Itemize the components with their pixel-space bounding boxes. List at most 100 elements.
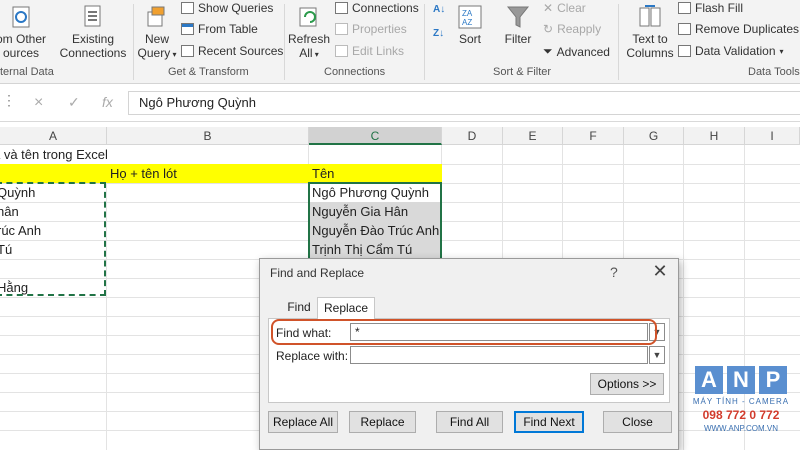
edit-links-label: Edit Links (352, 44, 405, 58)
column-header-b[interactable]: B (107, 127, 309, 145)
clear-button[interactable]: ✕ Clear (543, 1, 586, 15)
tab-find[interactable]: Find (275, 297, 323, 319)
from-table-label: From Table (198, 22, 258, 36)
logo-phone: 098 772 0 772 (702, 408, 780, 422)
new-query-label: New (144, 32, 169, 46)
logo-letter-a: A (695, 366, 723, 394)
cell-c2[interactable]: Tên (309, 164, 442, 183)
cell-b2[interactable]: Họ + tên lót (107, 164, 309, 183)
sort-az-icon: A↓ (433, 4, 446, 15)
sort-ascending-button[interactable]: A↓ (433, 4, 445, 15)
chevron-down-icon: ▼ (652, 350, 662, 360)
sort-descending-button[interactable]: Z↓ (433, 28, 444, 39)
clear-label: Clear (557, 1, 586, 15)
reapply-label: Reapply (557, 22, 602, 36)
text-to-columns-label2: Columns (626, 46, 674, 60)
enter-icon[interactable]: ✓ (68, 94, 80, 111)
column-header-a[interactable]: A (0, 127, 107, 145)
text-to-columns-label: Text to (632, 32, 668, 46)
from-other-sources-label: om Other (0, 32, 46, 46)
edit-links-icon (335, 45, 348, 57)
remove-duplicates-label: Remove Duplicates (695, 22, 800, 36)
recent-sources-icon (181, 45, 194, 57)
flash-fill-button[interactable]: Flash Fill (678, 1, 743, 15)
column-header-h[interactable]: H (684, 127, 745, 145)
replace-with-dropdown[interactable]: ▼ (649, 346, 665, 364)
cell-a2[interactable] (0, 164, 107, 183)
separator (133, 4, 134, 80)
refresh-all-label: Refresh (288, 32, 331, 46)
refresh-all-button[interactable]: Refresh All ▾ (288, 4, 330, 62)
advanced-label: Advanced (556, 44, 610, 59)
replace-all-button[interactable]: Replace All (268, 411, 338, 433)
logo-tagline: MÁY TÍNH - CAMERA (692, 397, 790, 406)
ribbon: om Other ources Existing Connections ter… (0, 0, 800, 84)
sort-label: Sort (458, 32, 481, 46)
replace-with-label: Replace with: (276, 349, 349, 363)
other-sources-icon (8, 4, 34, 30)
group-get-transform: Get & Transform (168, 66, 249, 78)
advanced-button[interactable]: ⏷ Advanced (543, 44, 610, 59)
existing-connections-button[interactable]: Existing Connections (56, 4, 130, 60)
connections-label: Connections (352, 1, 419, 15)
name-box-resize-handle[interactable]: ⋮ (0, 92, 18, 114)
filter-icon (505, 4, 531, 30)
from-other-sources-label2: ources (2, 46, 40, 60)
show-queries-icon (181, 2, 194, 14)
remove-duplicates-icon (678, 23, 691, 35)
flash-fill-icon (678, 2, 691, 14)
advanced-filter-icon: ⏷ (543, 44, 553, 58)
edit-links-button[interactable]: Edit Links (335, 44, 404, 58)
column-header-g[interactable]: G (624, 127, 684, 145)
sort-dialog-icon: ZA AZ (457, 4, 483, 30)
tab-replace[interactable]: Replace (317, 297, 375, 319)
logo-letter-n: N (727, 366, 755, 394)
cell-a1[interactable]: ả và tên trong Excel (0, 145, 210, 164)
properties-label: Properties (352, 22, 407, 36)
from-table-button[interactable]: From Table (181, 22, 258, 36)
connections-icon (335, 2, 348, 14)
options-button[interactable]: Options >> (590, 373, 664, 395)
dialog-title: Find and Replace (270, 266, 365, 280)
column-header-i[interactable]: I (745, 127, 800, 145)
reapply-button[interactable]: ↻ Reapply (543, 22, 601, 36)
anp-logo: A N P MÁY TÍNH - CAMERA 098 772 0 772 WW… (690, 366, 792, 438)
replace-with-input[interactable] (350, 346, 648, 364)
close-button[interactable]: Close (603, 411, 672, 433)
text-to-columns-button[interactable]: Text to Columns (624, 4, 676, 60)
new-query-label2: Query (137, 46, 171, 60)
connections-button[interactable]: Connections (335, 1, 419, 15)
svg-text:ZA: ZA (462, 9, 473, 18)
from-other-sources-button[interactable]: om Other ources (0, 4, 48, 60)
formula-input[interactable]: Ngô Phương Quỳnh (128, 91, 800, 115)
chevron-down-icon: ▾ (779, 46, 784, 56)
separator (284, 4, 285, 80)
remove-duplicates-button[interactable]: Remove Duplicates (678, 22, 799, 36)
sort-za-icon: Z↓ (433, 28, 445, 39)
close-icon[interactable]: ✕ (648, 261, 672, 282)
properties-button[interactable]: Properties (335, 22, 407, 36)
new-query-button[interactable]: New Query ▾ (136, 4, 178, 62)
filter-button[interactable]: Filter (500, 4, 536, 46)
replace-button[interactable]: Replace (349, 411, 416, 433)
cancel-icon[interactable]: × (34, 94, 43, 112)
find-all-button[interactable]: Find All (436, 411, 503, 433)
refresh-icon (296, 4, 322, 30)
help-icon[interactable]: ? (610, 264, 618, 280)
find-next-button[interactable]: Find Next (514, 411, 584, 433)
column-header-d[interactable]: D (442, 127, 503, 145)
group-data-tools: Data Tools (748, 66, 800, 78)
separator (424, 4, 425, 80)
selection-border (308, 182, 442, 262)
column-header-c[interactable]: C (309, 127, 442, 145)
existing-connections-icon (80, 4, 106, 30)
insert-function-icon[interactable]: fx (102, 94, 113, 110)
column-header-e[interactable]: E (503, 127, 563, 145)
data-validation-button[interactable]: Data Validation ▾ (678, 44, 784, 58)
data-validation-icon (678, 45, 691, 57)
sort-button[interactable]: ZA AZ Sort (454, 4, 486, 46)
recent-sources-button[interactable]: Recent Sources (181, 44, 283, 58)
recent-sources-label: Recent Sources (198, 44, 284, 58)
show-queries-button[interactable]: Show Queries (181, 1, 273, 15)
column-header-f[interactable]: F (563, 127, 624, 145)
